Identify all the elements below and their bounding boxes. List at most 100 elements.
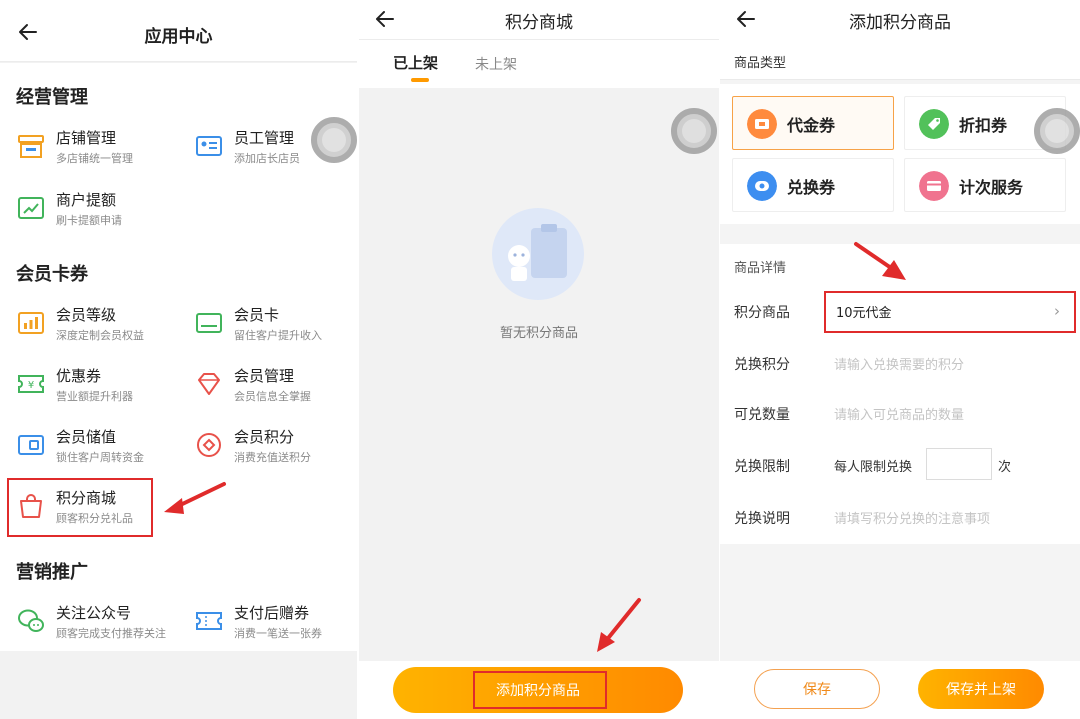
header: 积分商城 — [359, 0, 719, 40]
app-item-merchant-limit[interactable]: 商户提额 刷卡提额申请 — [16, 187, 186, 237]
product-type-grid: 代金券 折扣券 兑换券 计次服务 — [720, 84, 1080, 224]
quantity-input[interactable]: 请输入可兑商品的数量 — [834, 404, 964, 423]
field-label: 兑换积分 — [734, 357, 790, 373]
app-name: 优惠券 — [56, 367, 102, 385]
app-name: 支付后赠券 — [234, 604, 310, 622]
page-title: 应用中心 — [144, 27, 213, 47]
points-icon — [197, 433, 221, 457]
type-name: 折扣券 — [959, 116, 1008, 135]
app-desc: 锁住客户周转资金 — [56, 451, 144, 464]
header: 添加积分商品 — [720, 0, 1080, 40]
page-title: 添加积分商品 — [849, 13, 951, 33]
product-detail-form: 商品详情 积分商品 10元代金 › 兑换积分 请输入兑换需要的积分 可兑数量 请… — [720, 244, 1080, 544]
wallet-icon — [18, 435, 44, 455]
limit-input[interactable] — [926, 448, 992, 480]
app-desc: 刷卡提额申请 — [56, 214, 122, 227]
section-title: 营销推广 — [16, 562, 88, 583]
app-name: 会员等级 — [56, 306, 117, 324]
app-name: 员工管理 — [234, 129, 295, 147]
member-card-icon — [196, 313, 222, 333]
card-service-icon — [919, 171, 949, 201]
form-row-points[interactable]: 兑换积分 请输入兑换需要的积分 — [720, 338, 1080, 390]
page-title: 积分商城 — [505, 13, 573, 33]
app-item-coupon[interactable]: ¥ 优惠券 营业额提升利器 — [16, 363, 186, 413]
app-item-member-card[interactable]: 会员卡 留住客户提升收入 — [194, 302, 357, 352]
tab-listed[interactable]: 已上架 — [393, 52, 438, 73]
type-name: 兑换券 — [787, 178, 836, 197]
app-list: 经营管理 店铺管理 多店铺统一管理 员工管理 添加店长店员 商户提额 刷卡提额申… — [0, 63, 357, 651]
tab-indicator — [411, 78, 429, 82]
app-name: 会员积分 — [234, 428, 295, 446]
field-label: 兑换说明 — [734, 511, 790, 527]
ticket-icon — [196, 612, 222, 630]
app-item-member-level[interactable]: 会员等级 深度定制会员权益 — [16, 302, 186, 352]
tab-bar: 已上架 未上架 — [359, 40, 719, 88]
floating-assist-button[interactable] — [671, 108, 717, 154]
app-desc: 营业额提升利器 — [56, 390, 133, 403]
store-icon — [18, 135, 44, 158]
header: 应用中心 — [0, 0, 357, 62]
app-desc: 添加店长店员 — [234, 152, 300, 165]
bottom-bar: 保存 保存并上架 — [720, 661, 1080, 719]
annotation-arrow-icon — [597, 598, 641, 652]
floating-assist-button[interactable] — [1034, 108, 1080, 154]
field-label: 积分商品 — [734, 305, 790, 321]
app-name: 会员管理 — [234, 367, 295, 385]
type-label: 商品类型 — [734, 56, 787, 71]
field-label: 兑换限制 — [734, 459, 790, 475]
add-points-product-screen: 添加积分商品 商品类型 代金券 折扣券 兑换券 计次服务 商品详情 积分商品 1… — [720, 0, 1080, 719]
type-card-voucher[interactable]: 代金券 — [732, 96, 894, 150]
points-mall-screen: 积分商城 已上架 未上架 暂无积分商品 添加积分商品 — [359, 0, 719, 719]
exchange-icon — [747, 171, 777, 201]
app-item-store[interactable]: 店铺管理 多店铺统一管理 — [16, 125, 186, 175]
bar-level-icon — [18, 312, 44, 334]
section-title: 经营管理 — [16, 87, 88, 108]
app-desc: 会员信息全掌握 — [234, 390, 311, 403]
points-input[interactable]: 请输入兑换需要的积分 — [834, 354, 964, 373]
wechat-icon — [18, 609, 44, 632]
app-name: 会员卡 — [234, 306, 280, 324]
svg-text:¥: ¥ — [28, 380, 34, 391]
limit-prefix: 每人限制兑换 — [834, 460, 913, 475]
field-label: 可兑数量 — [734, 407, 790, 423]
app-name: 会员储值 — [56, 428, 117, 446]
app-item-follow-official[interactable]: 关注公众号 顾客完成支付推荐关注 — [16, 600, 186, 650]
save-button[interactable]: 保存 — [754, 669, 880, 709]
type-card-count-service[interactable]: 计次服务 — [904, 158, 1066, 212]
app-item-member-points[interactable]: 会员积分 消费充值送积分 — [194, 424, 357, 474]
annotation-arrow-icon — [164, 482, 226, 514]
app-item-member-manage[interactable]: 会员管理 会员信息全掌握 — [194, 363, 357, 413]
app-item-post-pay-coupon[interactable]: 支付后赠券 消费一笔送一张券 — [194, 600, 357, 650]
app-desc: 消费充值送积分 — [234, 451, 311, 464]
floating-assist-button[interactable] — [311, 117, 357, 163]
save-and-publish-button[interactable]: 保存并上架 — [918, 669, 1044, 709]
staff-card-icon — [196, 136, 222, 156]
voucher-icon — [747, 109, 777, 139]
form-row-product[interactable]: 积分商品 10元代金 › — [720, 286, 1080, 338]
app-center-screen: 应用中心 经营管理 店铺管理 多店铺统一管理 员工管理 添加店长店员 商户提额 … — [0, 0, 357, 719]
highlight-box — [7, 478, 153, 537]
chart-up-icon — [18, 197, 44, 219]
section-title: 会员卡券 — [16, 264, 88, 285]
annotation-arrow-icon — [854, 242, 906, 280]
add-product-button[interactable]: 添加积分商品 — [393, 667, 683, 713]
form-row-description[interactable]: 兑换说明 请填写积分兑换的注意事项 — [720, 492, 1080, 544]
description-input[interactable]: 请填写积分兑换的注意事项 — [834, 508, 990, 527]
empty-state-text: 暂无积分商品 — [499, 326, 578, 341]
tab-unlisted[interactable]: 未上架 — [475, 54, 517, 74]
empty-clipboard-icon — [492, 208, 584, 300]
app-desc: 消费一笔送一张券 — [234, 627, 322, 640]
limit-unit: 次 — [998, 460, 1012, 475]
app-desc: 顾客完成支付推荐关注 — [56, 627, 166, 640]
form-row-limit: 兑换限制 每人限制兑换 次 — [720, 440, 1080, 492]
discount-tag-icon — [919, 109, 949, 139]
type-label-row: 商品类型 — [720, 40, 1080, 80]
app-name: 关注公众号 — [56, 604, 132, 622]
app-item-member-deposit[interactable]: 会员储值 锁住客户周转资金 — [16, 424, 186, 474]
coupon-icon: ¥ — [18, 375, 44, 393]
type-card-exchange[interactable]: 兑换券 — [732, 158, 894, 212]
detail-heading: 商品详情 — [734, 261, 787, 276]
form-row-quantity[interactable]: 可兑数量 请输入可兑商品的数量 — [720, 388, 1080, 440]
bottom-bar: 添加积分商品 — [359, 661, 719, 719]
type-name: 计次服务 — [959, 178, 1024, 197]
